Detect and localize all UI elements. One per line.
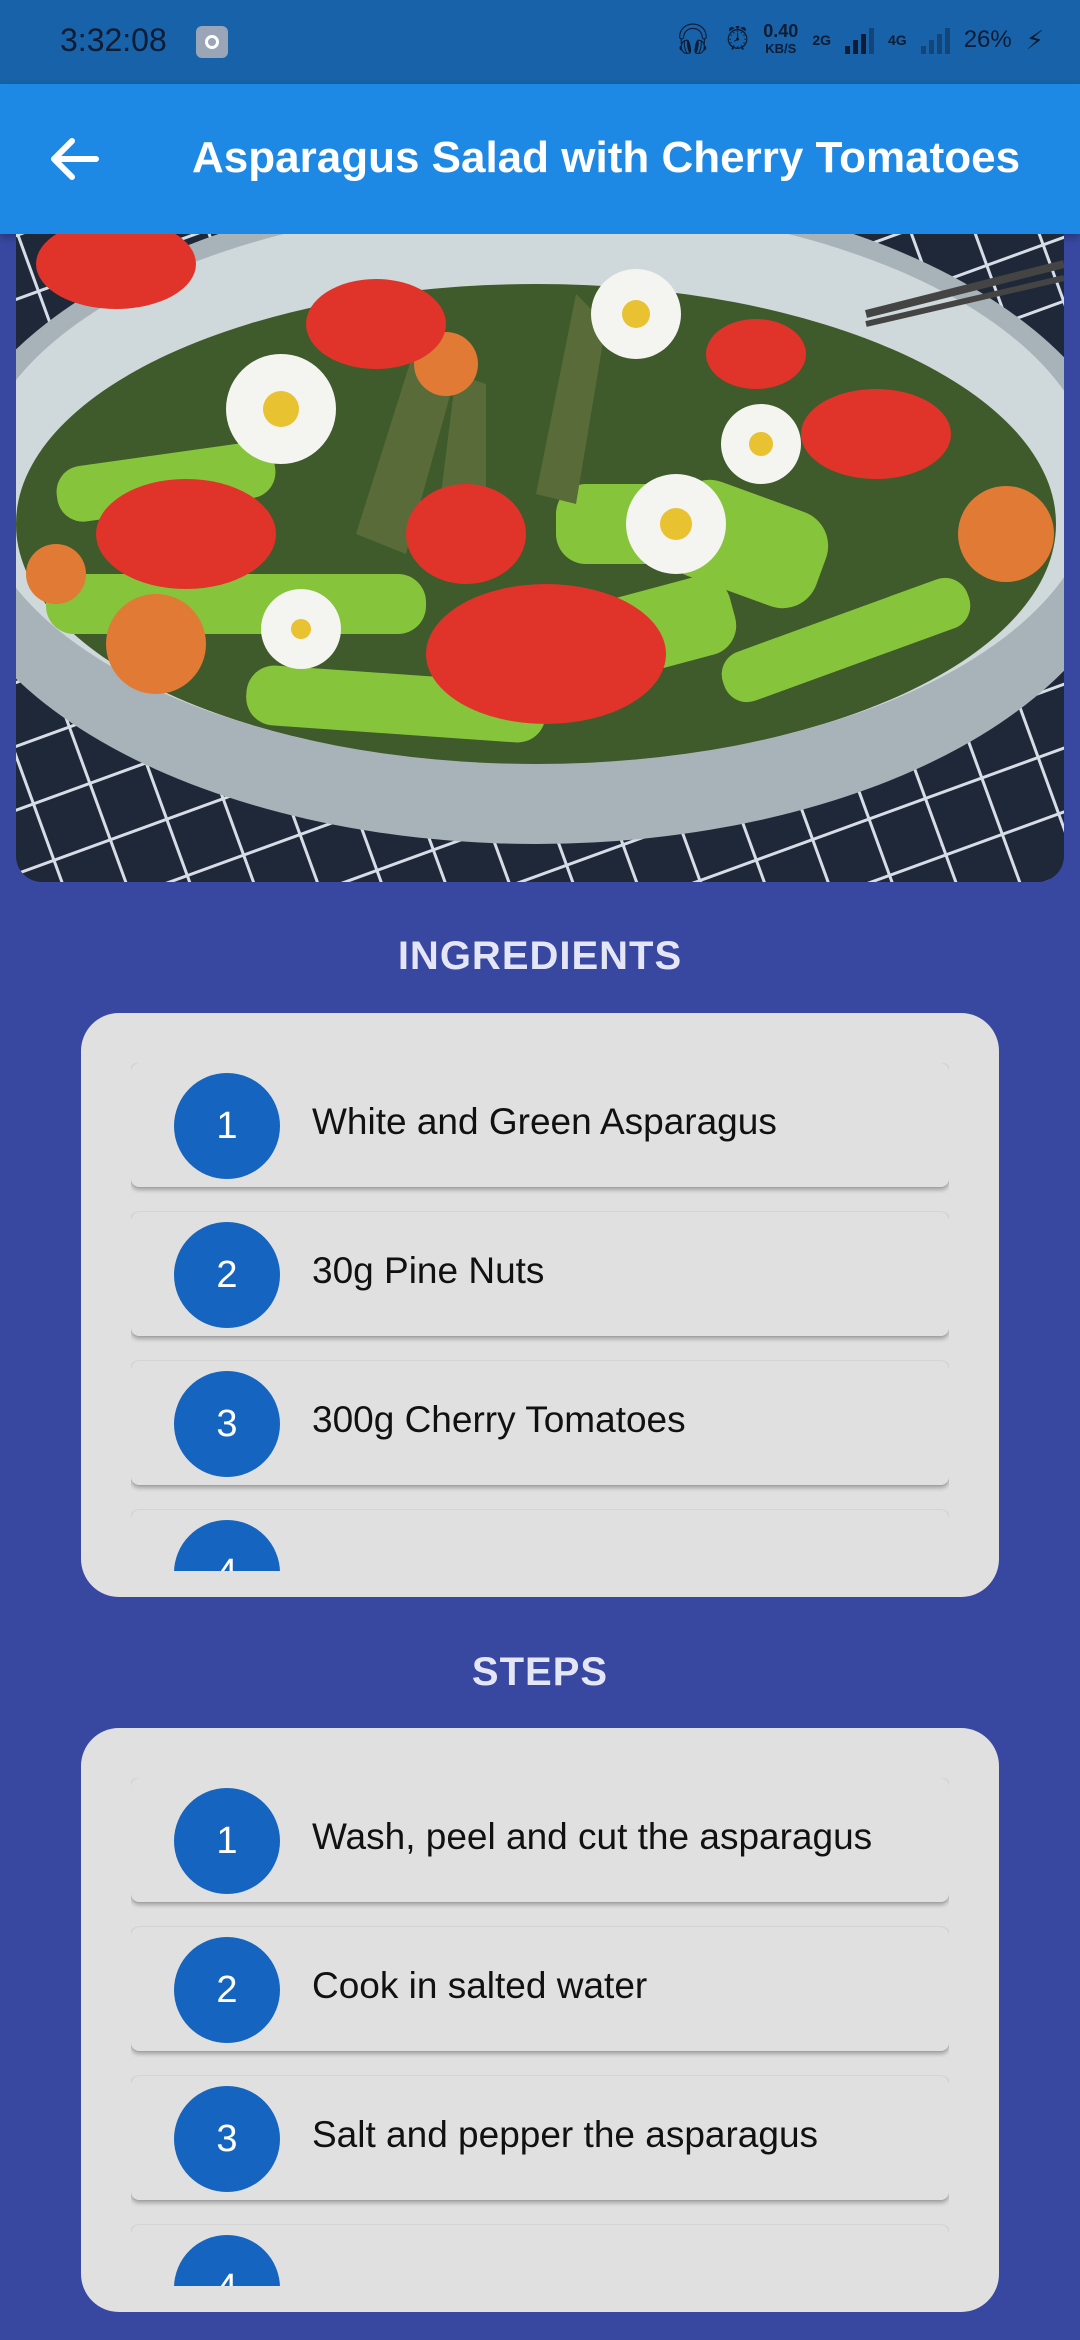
signal-icon-2 [920,26,950,54]
step-item[interactable]: 4 [131,2225,949,2286]
alarm-icon: ⏰︎ [725,23,750,56]
step-text: Wash, peel and cut the asparagus [312,1816,873,1857]
speed-value: 0.40 [763,21,799,41]
step-item[interactable]: 3 Salt and pepper the asparagus [131,2076,949,2200]
arrow-back-icon [51,138,99,180]
step-item[interactable]: 2 Cook in salted water [131,1927,949,2051]
page-title: Asparagus Salad with Cherry Tomatoes [192,133,1021,182]
step-number: 2 [174,1937,280,2043]
step-number: 1 [174,1788,280,1894]
ingredient-item[interactable]: 4 [131,1510,949,1571]
battery-charging-icon: ⚡︎ [1025,25,1044,55]
ingredient-item[interactable]: 2 30g Pine Nuts [131,1212,949,1336]
headphones-icon: 🎧︎ [673,23,712,56]
step-text: Salt and pepper the asparagus [312,2114,819,2155]
ingredient-text: 30g Pine Nuts [312,1250,545,1291]
step-number: 3 [174,2086,280,2192]
ingredient-item[interactable]: 1 White and Green Asparagus [131,1063,949,1187]
status-bar: 3:32:08 🎧︎ ⏰︎ 0.40 KB/S 2G 4G 26% ⚡︎ [0,0,1080,84]
back-button[interactable] [40,124,110,194]
ingredient-number: 2 [174,1222,280,1328]
ingredients-heading: INGREDIENTS [397,934,683,978]
ingredient-number: 1 [174,1073,280,1179]
status-icons: 🎧︎ ⏰︎ 0.40 KB/S 2G 4G 26% ⚡︎ [674,22,1044,58]
network-2g-label: 2G [812,32,831,48]
status-time: 3:32:08 [60,22,167,58]
network-4g-label: 4G [888,32,907,48]
ingredient-number: 4 [174,1520,280,1571]
step-item[interactable]: 1 Wash, peel and cut the asparagus [131,1778,949,1902]
ingredient-number: 3 [174,1371,280,1477]
step-text: Cook in salted water [312,1965,648,2006]
settings-icon [196,26,228,58]
ingredients-panel: 1 White and Green Asparagus 2 30g Pine N… [81,1013,999,1597]
ingredients-list[interactable]: 1 White and Green Asparagus 2 30g Pine N… [131,1063,949,1571]
recipe-image [16,234,1064,882]
speed-unit: KB/S [765,41,797,56]
network-speed: 0.40 KB/S [763,22,798,58]
steps-panel: 1 Wash, peel and cut the asparagus 2 Coo… [81,1728,999,2312]
steps-heading: STEPS [471,1650,609,1694]
battery-level: 26% [963,26,1012,53]
ingredient-text: 300g Cherry Tomatoes [312,1399,686,1440]
app-bar: Asparagus Salad with Cherry Tomatoes [0,84,1080,234]
steps-list[interactable]: 1 Wash, peel and cut the asparagus 2 Coo… [131,1778,949,2286]
ingredient-text: White and Green Asparagus [312,1101,777,1142]
ingredient-item[interactable]: 3 300g Cherry Tomatoes [131,1361,949,1485]
signal-icon [845,26,874,54]
step-number: 4 [174,2235,280,2286]
